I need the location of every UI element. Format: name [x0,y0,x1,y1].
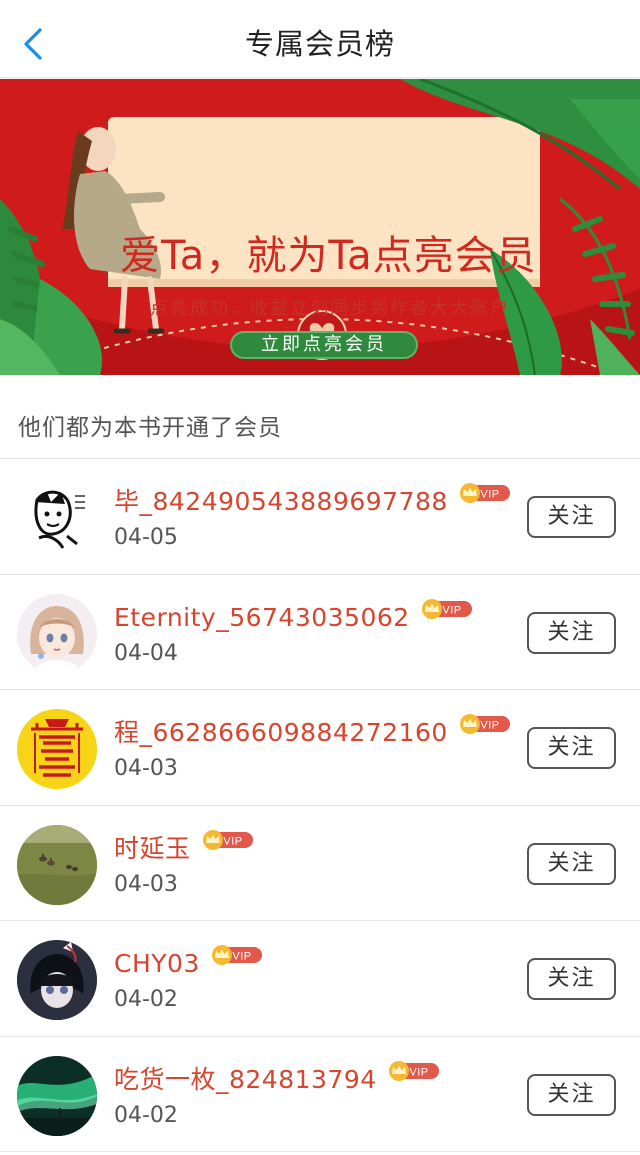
ducks-on-grass-avatar-icon [17,824,97,905]
svg-text:VIP: VIP [442,604,461,616]
avatar[interactable] [17,940,97,1020]
page-title: 专属会员榜 [244,27,395,61]
crown-icon: VIP [459,714,510,734]
vip-badge: VIP [420,597,474,619]
follow-button[interactable]: 关注 [527,611,616,654]
follow-button[interactable]: 关注 [527,1073,616,1116]
member-name[interactable]: 毕_842490543889697788 VIP [114,481,512,518]
svg-text:VIP: VIP [232,951,251,963]
follow-button[interactable]: 关注 [527,496,616,538]
vip-badge: VIP [210,943,264,965]
promo-banner[interactable]: 爱Ta，就为Ta点亮会员 点亮成功，收益立刻同步到作者大大账户 立即点亮会员 [0,79,640,375]
banner-subtitle: 点亮成功，收益立刻同步到作者大大账户 [150,298,510,319]
svg-text:VIP: VIP [480,720,499,732]
member-date: 04-03 [114,871,178,897]
crown-icon: VIP [211,945,262,965]
member-name[interactable]: CHY03 VIP [114,943,264,978]
avatar[interactable] [17,1055,97,1136]
member-name[interactable]: Eternity_56743035062 VIP [114,597,474,632]
member-row[interactable]: CHY03 VIP 04-02 关注 [0,921,640,1037]
light-up-membership-button[interactable]: 立即点亮会员 [230,331,418,359]
anime-character-avatar-icon [17,940,97,1020]
svg-text:VIP: VIP [409,1066,428,1078]
svg-text:VIP: VIP [223,835,242,847]
member-date: 04-04 [114,640,178,666]
crown-icon: VIP [459,483,510,503]
member-name[interactable]: 程_662866609884272160 VIP [114,712,512,749]
crown-icon: VIP [421,598,472,619]
member-row[interactable]: 时延玉 VIP 04-03 关注 [0,806,640,921]
avatar[interactable] [17,824,97,905]
follow-button[interactable]: 关注 [527,842,616,885]
vip-badge: VIP [201,828,255,850]
member-row[interactable]: Eternity_56743035062 VIP 04-04 关注 [0,575,640,690]
avatar[interactable] [17,478,97,558]
member-list: 毕_842490543889697788 VIP 04-05 关注 Eternit… [0,459,640,1152]
member-row[interactable]: 吃货一枚_824813794 VIP 04-02 关注 [0,1037,640,1152]
member-row[interactable]: 程_662866609884272160 VIP 04-03 关注 [0,690,640,806]
anime-girl-avatar-icon [17,593,97,674]
avatar[interactable] [17,593,97,674]
vip-badge: VIP [458,712,512,734]
member-name[interactable]: 吃货一枚_824813794 VIP [114,1059,441,1096]
member-date: 04-03 [114,756,178,781]
member-row[interactable]: 毕_842490543889697788 VIP 04-05 关注 [0,459,640,575]
member-date: 04-05 [114,525,178,550]
follow-button[interactable]: 关注 [527,958,616,1000]
avatar[interactable] [17,709,97,789]
follow-button[interactable]: 关注 [527,727,616,769]
aurora-avatar-icon [17,1055,97,1136]
sketch-avatar-icon [17,478,97,558]
member-name[interactable]: 时延玉 VIP [114,828,255,865]
top-navigation-bar: 专属会员榜 [0,0,640,78]
banner-headline: 爱Ta，就为Ta点亮会员 [120,233,537,279]
vip-badge: VIP [458,481,512,503]
yellow-talisman-avatar-icon [17,709,97,789]
crown-icon: VIP [388,1060,439,1081]
svg-text:VIP: VIP [480,489,499,501]
vip-badge: VIP [387,1059,441,1081]
member-date: 04-02 [114,987,178,1012]
crown-icon: VIP [202,829,253,850]
member-date: 04-02 [114,1102,178,1128]
section-title: 他们都为本书开通了会员 [18,415,282,441]
